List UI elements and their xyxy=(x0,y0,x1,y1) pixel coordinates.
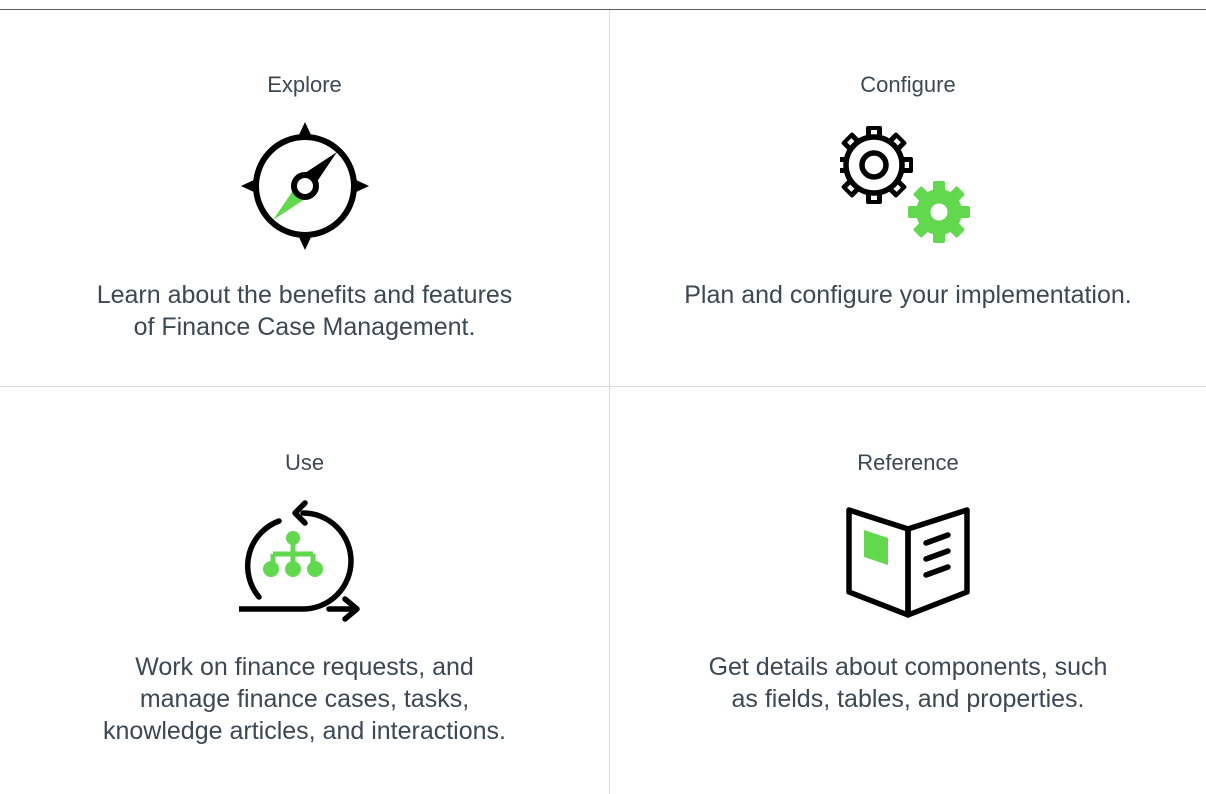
explore-description-line: of Finance Case Management. xyxy=(133,313,476,341)
use-card[interactable]: Use Work on finance requests, and manage… xyxy=(0,387,609,794)
reference-title: Reference xyxy=(857,450,959,475)
workflow-cycle-icon xyxy=(235,497,371,625)
open-book-icon xyxy=(844,497,972,625)
explore-description: Learn about the benefits and features of… xyxy=(0,279,609,343)
reference-description-line: Get details about components, such xyxy=(708,653,1108,681)
configure-card[interactable]: Configure Plan and configure your implem… xyxy=(610,10,1206,386)
configure-title: Configure xyxy=(860,72,956,97)
gears-icon xyxy=(835,122,976,250)
use-description-line: Work on finance requests, and xyxy=(135,653,474,681)
explore-title: Explore xyxy=(267,72,342,97)
use-title: Use xyxy=(284,450,325,475)
configure-description-line: Plan and configure your implementation. xyxy=(684,281,1132,309)
use-description-line: knowledge articles, and interactions. xyxy=(102,717,506,745)
reference-card[interactable]: Reference Get details about components, … xyxy=(610,387,1206,794)
explore-description-line: Learn about the benefits and features xyxy=(96,281,513,309)
explore-card[interactable]: Explore Learn about the benefits and fea… xyxy=(0,10,609,386)
use-description-line: manage finance cases, tasks, xyxy=(139,685,470,713)
reference-description-line: as fields, tables, and properties. xyxy=(731,685,1085,713)
compass-icon xyxy=(240,122,369,250)
use-description: Work on finance requests, and manage fin… xyxy=(0,651,609,747)
configure-description: Plan and configure your implementation. xyxy=(610,279,1206,311)
reference-description: Get details about components, such as fi… xyxy=(610,651,1206,715)
